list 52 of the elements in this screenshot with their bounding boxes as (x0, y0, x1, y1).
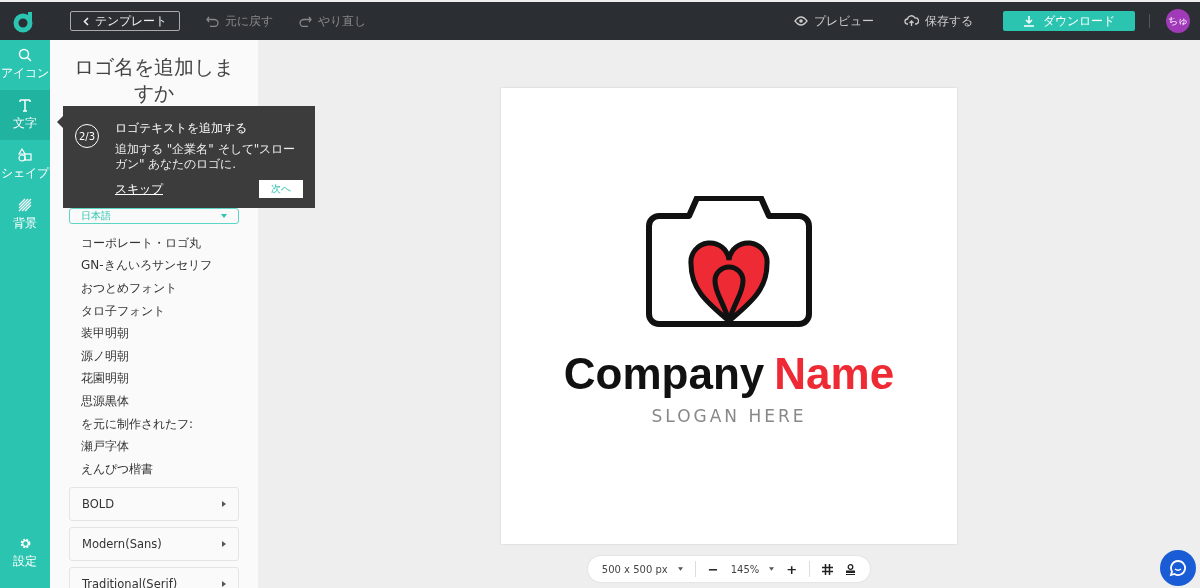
font-category[interactable]: BOLD (69, 486, 239, 521)
chevron-left-icon (83, 16, 89, 26)
font-option[interactable]: を元に制作されたフ: (81, 415, 194, 433)
caret-down-icon (677, 567, 683, 571)
font-option[interactable]: 花園明朝 (81, 370, 129, 388)
font-option[interactable]: コーポレート・ロゴ丸 (81, 234, 201, 252)
zoom-level-dropdown[interactable]: 145% (730, 563, 775, 575)
skip-link[interactable]: スキップ (115, 180, 163, 198)
template-back-button[interactable]: テンプレート (70, 11, 180, 31)
zoom-in-button[interactable]: + (786, 561, 798, 577)
panel-heading: ロゴ名を追加しますか (73, 54, 235, 106)
font-option[interactable]: 源ノ明朝 (81, 347, 129, 365)
text-icon (18, 98, 32, 112)
font-option[interactable]: GN-きんいろサンセリフ (81, 257, 212, 275)
settings-icon (18, 536, 32, 550)
undo-icon[interactable] (206, 15, 219, 27)
font-option[interactable]: タロ子フォント (81, 302, 165, 320)
font-option[interactable]: 瀬戸字体 (81, 438, 129, 456)
canvas-size-dropdown[interactable]: 500 x 500 px (601, 563, 683, 575)
caret-down-icon (769, 567, 775, 571)
shapes-icon (18, 148, 32, 162)
chat-button[interactable] (1160, 550, 1196, 586)
save-link[interactable]: 保存する (925, 12, 973, 30)
company-name-word: Company (563, 350, 765, 398)
caret-down-icon (221, 214, 227, 218)
stamp-icon[interactable] (845, 563, 857, 575)
font-category[interactable]: Modern(Sans) (69, 526, 239, 561)
caret-right-icon (222, 580, 226, 587)
eye-icon[interactable] (794, 16, 808, 26)
grid-icon[interactable] (822, 563, 834, 575)
zoom-out-button[interactable]: − (707, 561, 719, 577)
font-option[interactable]: 思源黒体 (81, 392, 129, 410)
slogan-text: SLOGAN HERE (651, 406, 807, 426)
camera-heart-icon (645, 196, 813, 328)
caret-right-icon (222, 500, 226, 507)
font-option[interactable]: えんぴつ楷書 (81, 460, 153, 478)
tooltip-body: 追加する "企業名" そして"スローガン" あなたのロゴに. (115, 142, 297, 172)
redo-label[interactable]: やり直し (318, 12, 366, 30)
cloud-upload-icon[interactable] (904, 15, 919, 27)
preview-link[interactable]: プレビュー (814, 12, 874, 30)
download-icon (1023, 15, 1035, 27)
company-name-word: Name (774, 350, 895, 398)
font-option[interactable]: 装甲明朝 (81, 325, 129, 343)
user-avatar[interactable]: ちゅ (1166, 9, 1190, 33)
redo-icon[interactable] (299, 15, 312, 27)
search-icon (18, 48, 32, 62)
undo-label[interactable]: 元に戻す (225, 12, 273, 30)
tooltip-title: ロゴテキストを追加する (115, 120, 248, 137)
chat-bubble-icon (1169, 559, 1187, 577)
hatch-icon (18, 198, 32, 212)
caret-right-icon (222, 540, 226, 547)
font-option[interactable]: おつとめフォント (81, 280, 177, 297)
